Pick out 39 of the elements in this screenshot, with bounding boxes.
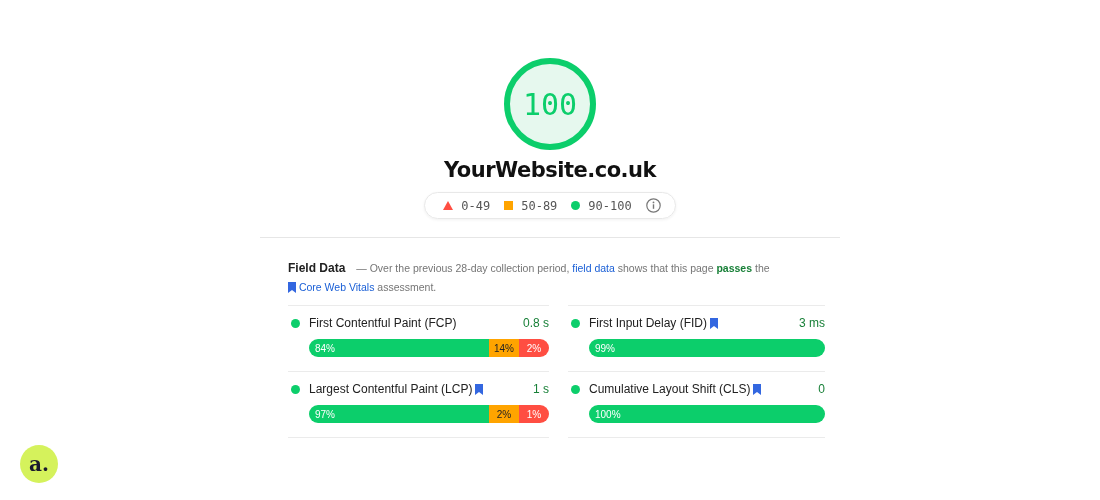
metric-name: Largest Contentful Paint (LCP) [309, 382, 473, 396]
status-dot [571, 318, 580, 328]
site-title: YourWebsite.co.uk [444, 158, 656, 182]
info-icon[interactable] [645, 198, 661, 213]
bookmark-icon [288, 282, 296, 293]
bookmark-icon [753, 383, 762, 395]
status-dot [571, 384, 580, 394]
bar-segment: 100% [589, 405, 825, 423]
bookmark-icon [710, 317, 719, 329]
status-dot [291, 318, 300, 328]
field-data-link[interactable]: field data [572, 262, 615, 274]
metric-name: Cumulative Layout Shift (CLS) [589, 382, 751, 396]
description-text: — Over the previous 28-day collection period, [356, 262, 570, 274]
legend-label: 0-49 [461, 198, 491, 213]
metric-value: 0.8 s [523, 316, 549, 330]
bar-segment: 97% [309, 405, 489, 423]
core-web-vitals-link[interactable]: Core Web Vitals [298, 281, 375, 293]
score-gauge: 100 [504, 58, 596, 150]
bookmark-icon [475, 383, 484, 395]
legend-label: 50-89 [521, 198, 558, 213]
bar-segment: 14% [489, 339, 519, 357]
legend-label: 90-100 [588, 198, 632, 213]
brand-logo: a. [20, 445, 58, 483]
metric-value: 1 s [533, 382, 549, 396]
description-text: the [755, 262, 770, 274]
bar-segment: 2% [519, 339, 549, 357]
metric-value: 0 [818, 382, 825, 396]
metric-name: First Contentful Paint (FCP) [309, 316, 457, 330]
description-text: shows that this page [617, 262, 714, 274]
metric-name: First Input Delay (FID) [589, 316, 708, 330]
bar-segment: 2% [489, 405, 519, 423]
passes-text: passes [716, 262, 753, 274]
bar-segment: 1% [519, 405, 549, 423]
assessment-text: assessment. [377, 281, 437, 293]
section-heading: Field Data [288, 261, 346, 275]
bar-segment: 99% [589, 339, 825, 357]
status-dot [291, 384, 300, 394]
metric-value: 3 ms [799, 316, 825, 330]
bar-segment: 84% [309, 339, 489, 357]
